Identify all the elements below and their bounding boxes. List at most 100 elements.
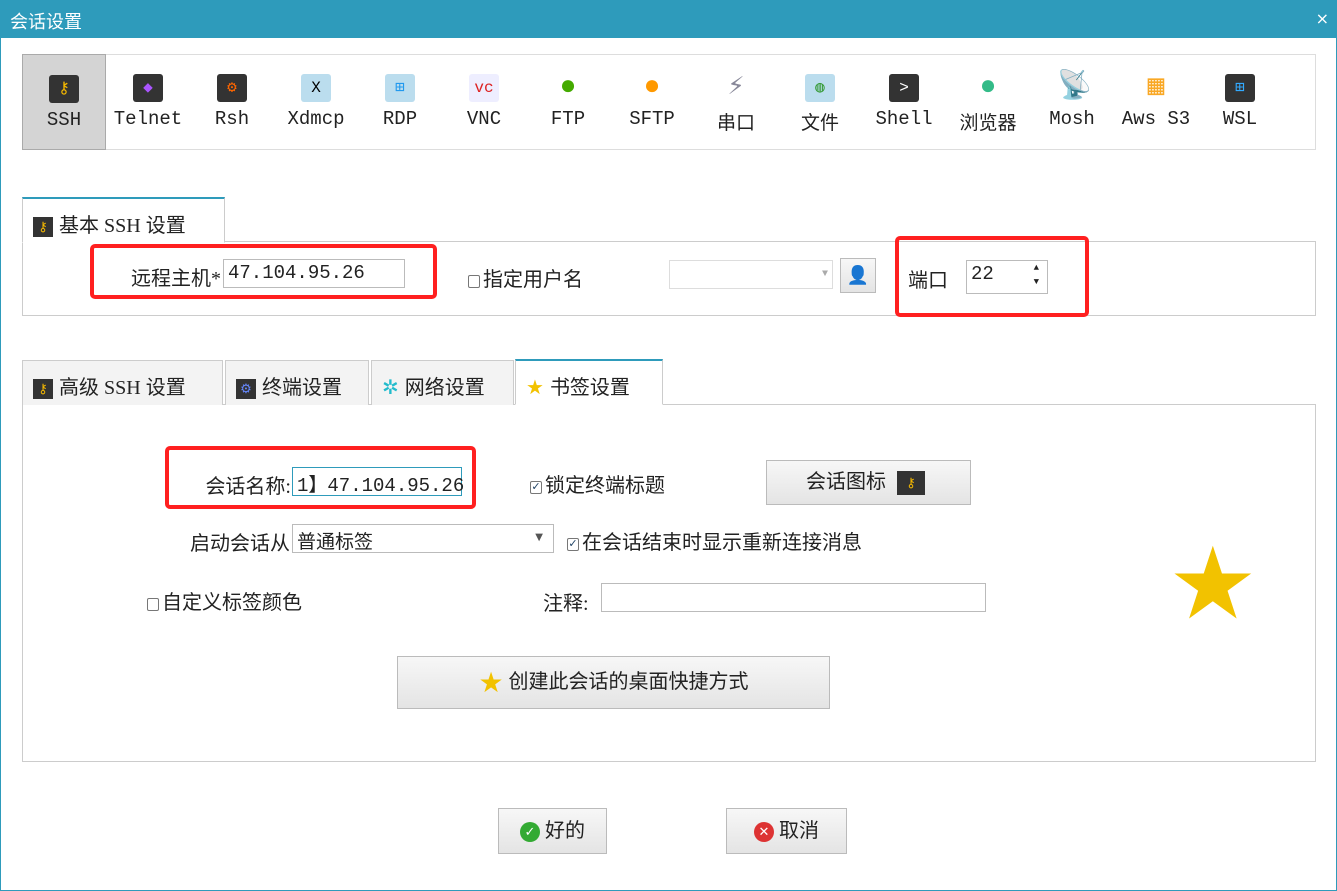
highlight-box — [895, 236, 1089, 317]
protocol-label: 文件 — [800, 113, 839, 135]
custom-color-label: 自定义标签颜色 — [162, 592, 302, 614]
tab-label: 书签设置 — [549, 377, 630, 399]
tab-basic-ssh[interactable]: ⚷ 基本 SSH 设置 — [22, 197, 225, 243]
x-monitor-icon: X — [301, 74, 331, 102]
checkbox-icon — [147, 597, 159, 611]
protocol-浏览器[interactable]: ● 浏览器 — [946, 54, 1030, 150]
button-label: 创建此会话的桌面快捷方式 — [508, 671, 749, 693]
gem-icon: ◆ — [133, 74, 163, 102]
protocol-label: Rsh — [214, 108, 250, 130]
username-dropdown[interactable]: ▼ — [669, 260, 833, 289]
globe-monitor-icon: ◍ — [805, 74, 835, 102]
protocol-label: WSL — [1222, 108, 1258, 130]
close-icon[interactable]: × — [1316, 9, 1329, 28]
lock-title-checkbox[interactable]: ✓ 锁定终端标题 — [530, 469, 665, 498]
protocol-rsh[interactable]: ⚙ Rsh — [190, 54, 274, 150]
comment-label: 注释: — [543, 593, 589, 615]
globe-icon: ● — [979, 72, 997, 103]
protocol-label: Mosh — [1049, 108, 1095, 130]
gears-icon: ⚙ — [236, 379, 256, 400]
cancel-button[interactable]: ✕ 取消 — [726, 808, 847, 854]
reconnect-checkbox[interactable]: ✓ 在会话结束时显示重新连接消息 — [567, 526, 862, 555]
protocol-wsl[interactable]: ⊞ WSL — [1198, 54, 1282, 150]
checkbox-checked-icon: ✓ — [567, 537, 579, 551]
ok-button[interactable]: ✓ 好的 — [498, 808, 607, 854]
key-icon: ⚷ — [33, 217, 53, 238]
user-icon: 👤 — [846, 265, 870, 285]
tab-label: 终端设置 — [262, 377, 342, 399]
windows-monitor-icon: ⊞ — [385, 74, 415, 102]
button-label: 会话图标 — [806, 471, 886, 493]
protocol-ssh[interactable]: ⚷ SSH — [22, 54, 106, 150]
cubes-icon: ▦ — [1147, 72, 1165, 103]
lock-title-label: 锁定终端标题 — [545, 475, 665, 497]
plug-icon: ⚡ — [727, 72, 745, 103]
comment-input[interactable] — [601, 583, 986, 612]
protocol-label: Telnet — [113, 108, 183, 130]
create-shortcut-button[interactable]: ★ 创建此会话的桌面快捷方式 — [397, 656, 830, 709]
protocol-label: Shell — [875, 108, 933, 130]
checkbox-checked-icon: ✓ — [530, 480, 542, 494]
protocol-mosh[interactable]: 📡 Mosh — [1030, 54, 1114, 150]
protocol-label: Xdmcp — [287, 108, 345, 130]
highlight-box — [90, 244, 437, 299]
chevron-down-icon: ▼ — [535, 532, 543, 543]
custom-color-checkbox[interactable]: 自定义标签颜色 — [147, 586, 302, 615]
window-title: 会话设置 — [10, 12, 82, 33]
protocol-label: 串口 — [716, 113, 755, 135]
protocol-串口[interactable]: ⚡ 串口 — [694, 54, 778, 150]
protocol-label: RDP — [382, 108, 418, 130]
protocol-label: SSH — [46, 109, 82, 131]
protocol-telnet[interactable]: ◆ Telnet — [106, 54, 190, 150]
start-from-label: 启动会话从 — [190, 533, 290, 555]
checkbox-icon — [468, 274, 480, 288]
tab-network[interactable]: ✲ 网络设置 — [371, 360, 514, 405]
tab-advanced-ssh[interactable]: ⚷ 高级 SSH 设置 — [22, 360, 223, 405]
select-value: 普通标签 — [297, 531, 374, 553]
protocol-label: 浏览器 — [959, 113, 1017, 135]
network-icon: ✲ — [382, 377, 399, 399]
key-icon: ⚷ — [33, 379, 53, 400]
username-checkbox[interactable]: 指定用户名 — [468, 263, 583, 292]
protocol-label: SFTP — [629, 108, 675, 130]
tab-bookmark[interactable]: ★ 书签设置 — [515, 359, 663, 405]
x-circle-icon: ✕ — [754, 822, 774, 843]
windows-icon: ⊞ — [1225, 74, 1255, 102]
protocol-shell[interactable]: > Shell — [862, 54, 946, 150]
reconnect-label: 在会话结束时显示重新连接消息 — [582, 532, 862, 554]
orange-globe-icon: ● — [643, 72, 661, 103]
tab-label: 高级 SSH 设置 — [59, 377, 186, 399]
star-icon: ★ — [478, 667, 504, 699]
title-bar: 会话设置 — [0, 0, 1337, 38]
terminal-icon: > — [889, 74, 919, 102]
button-label: 取消 — [779, 820, 819, 842]
session-icon-button[interactable]: 会话图标 ⚷ — [766, 460, 971, 505]
protocol-文件[interactable]: ◍ 文件 — [778, 54, 862, 150]
user-manager-button[interactable]: 👤 — [840, 258, 876, 293]
protocol-rdp[interactable]: ⊞ RDP — [358, 54, 442, 150]
protocol-label: Aws S3 — [1121, 108, 1191, 130]
key-icon: ⚷ — [897, 471, 925, 496]
protocol-xdmcp[interactable]: X Xdmcp — [274, 54, 358, 150]
button-label: 好的 — [545, 820, 585, 842]
satellite-dish-icon: 📡 — [1057, 72, 1092, 103]
tab-label: 基本 SSH 设置 — [59, 215, 186, 237]
protocol-sftp[interactable]: ● SFTP — [610, 54, 694, 150]
star-icon: ★ — [526, 377, 544, 399]
protocol-ftp[interactable]: ● FTP — [526, 54, 610, 150]
start-from-select[interactable]: 普通标签 ▼ — [292, 524, 554, 553]
highlight-box — [165, 446, 476, 509]
green-globe-icon: ● — [559, 72, 577, 103]
protocol-label: VNC — [466, 108, 502, 130]
username-label: 指定用户名 — [483, 269, 583, 291]
star-icon: ★ — [1168, 529, 1258, 640]
tab-terminal[interactable]: ⚙ 终端设置 — [225, 360, 369, 405]
vnc-monitor-icon: vc — [469, 74, 499, 102]
tab-label: 网络设置 — [404, 377, 485, 399]
protocol-label: FTP — [550, 108, 586, 130]
check-circle-icon: ✓ — [520, 822, 540, 843]
protocol-aws-s3[interactable]: ▦ Aws S3 — [1114, 54, 1198, 150]
protocol-vnc[interactable]: vc VNC — [442, 54, 526, 150]
gears-icon: ⚙ — [217, 74, 247, 102]
key-icon: ⚷ — [49, 75, 79, 103]
